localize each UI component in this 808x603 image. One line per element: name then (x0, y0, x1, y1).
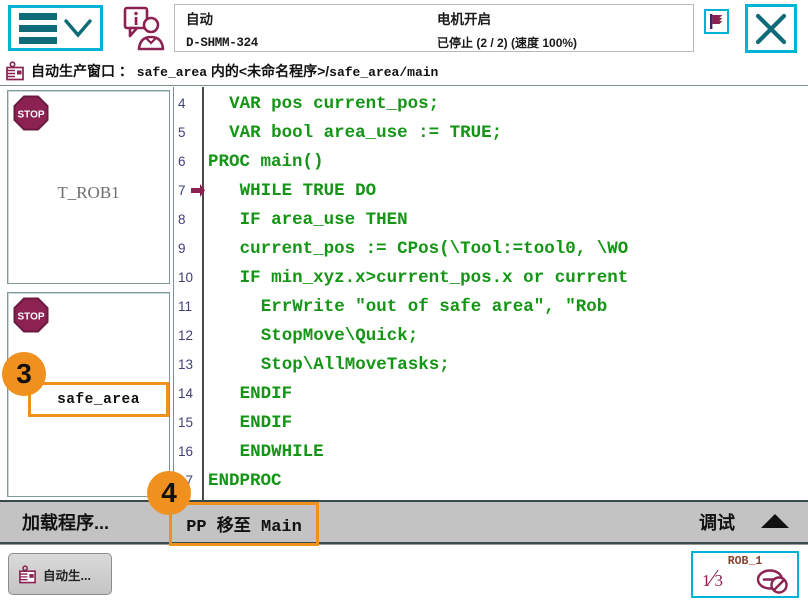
module-name-label: safe_area (57, 392, 140, 408)
breadcrumb-text: 自动生产窗口 ： safe_area 内的<未命名程序>/safe_area/m… (31, 61, 438, 81)
stop-sign-icon: STOP (13, 297, 49, 333)
caret-up-icon[interactable] (760, 512, 790, 530)
stop-sign-icon: STOP (13, 95, 49, 131)
quickset-fraction: 1⁄3 (702, 566, 723, 593)
line-number: 13 (175, 350, 204, 379)
code-line[interactable]: ENDIF (240, 408, 293, 437)
line-number: 14 (175, 379, 204, 408)
breadcrumb-module: safe_area (137, 65, 207, 80)
line-number: 11 (175, 292, 204, 321)
operating-mode: 自动 (186, 13, 258, 27)
taskbar-app-button[interactable]: 自动生... (8, 553, 112, 595)
code-line[interactable]: current_pos := CPos(\Tool:=tool0, \WO (240, 234, 629, 263)
line-number: 9 (175, 234, 204, 263)
production-window-icon (18, 565, 37, 584)
annotation-badge-4: 4 (147, 471, 191, 515)
mode-status-group: 自动 D-SHMM-324 (186, 13, 258, 49)
code-line[interactable]: WHILE TRUE DO (240, 176, 377, 205)
line-number: 5 (175, 118, 204, 147)
program-pointer-flag-button[interactable] (704, 9, 729, 34)
main-menu-button[interactable] (8, 5, 103, 51)
task-name-label: T_ROB1 (8, 183, 169, 203)
line-number: 10 (175, 263, 204, 292)
line-number: 8 (175, 205, 204, 234)
code-line[interactable]: ENDIF (240, 379, 293, 408)
close-button[interactable] (745, 4, 797, 53)
operator-info-icon[interactable] (117, 5, 165, 51)
run-state: 已停止 (2 / 2) (速度 100%) (437, 37, 577, 49)
code-line[interactable]: StopMove\Quick; (261, 321, 419, 350)
code-line[interactable]: VAR pos current_pos; (229, 89, 439, 118)
main-content: STOP T_ROB1 STOP safe_area VAR pos curre… (0, 87, 808, 500)
annotation-badge-3: 3 (2, 352, 46, 396)
quickset-numerator: 1 (702, 571, 711, 590)
pp-to-main-button[interactable]: PP 移至 Main (169, 502, 319, 546)
top-status-bar: 自动 D-SHMM-324 电机开启 已停止 (2 / 2) (速度 100%) (0, 0, 808, 56)
svg-text:STOP: STOP (17, 110, 44, 121)
breadcrumb-prefix: 自动生产窗口 ： (31, 63, 133, 79)
motion-disabled-icon (755, 567, 789, 594)
taskbar-app-label: 自动生... (43, 565, 91, 584)
module-name-highlight[interactable]: safe_area (28, 382, 169, 417)
debug-button[interactable]: 调试 (699, 509, 735, 535)
line-number: 6 (175, 147, 204, 176)
code-line[interactable]: ENDPROC (208, 466, 282, 495)
line-number: 16 (175, 437, 204, 466)
code-line[interactable]: IF area_use THEN (240, 205, 408, 234)
breadcrumb-middle: 内的<未命名程序>/ (211, 63, 329, 79)
app-root: 自动 D-SHMM-324 电机开启 已停止 (2 / 2) (速度 100%) (0, 0, 808, 603)
taskbar: 自动生... ROB_1 1⁄3 (0, 544, 808, 603)
code-line[interactable]: ENDWHILE (240, 437, 324, 466)
program-pointer-arrow-icon (190, 176, 206, 205)
svg-text:STOP: STOP (17, 312, 44, 323)
hamburger-menu-icon (19, 13, 57, 44)
motor-status-group: 电机开启 已停止 (2 / 2) (速度 100%) (437, 13, 577, 49)
production-window-icon (5, 61, 25, 81)
close-icon (754, 12, 788, 46)
status-panel: 自动 D-SHMM-324 电机开启 已停止 (2 / 2) (速度 100%) (174, 4, 694, 52)
load-program-button[interactable]: 加载程序... (22, 509, 109, 535)
code-editor[interactable]: VAR pos current_pos;VAR bool area_use :=… (175, 87, 808, 500)
controller-name: D-SHMM-324 (186, 37, 258, 50)
code-line[interactable]: ErrWrite "out of safe area", "Rob (261, 292, 608, 321)
code-line[interactable]: Stop\AllMoveTasks; (261, 350, 450, 379)
line-number: 12 (175, 321, 204, 350)
chevron-down-icon (63, 16, 93, 40)
program-pointer-flag-icon (708, 13, 725, 30)
quickset-denominator: 3 (715, 571, 724, 590)
task-panel: STOP T_ROB1 STOP safe_area (0, 87, 174, 500)
task-card-trob1[interactable]: STOP T_ROB1 (7, 90, 170, 284)
line-number: 4 (175, 89, 204, 118)
line-number: 15 (175, 408, 204, 437)
code-line[interactable]: IF min_xyz.x>current_pos.x or current (240, 263, 629, 292)
code-line[interactable]: PROC main() (208, 147, 324, 176)
action-bar: 加载程序... PP 移至 Main 调试 (0, 500, 808, 544)
motor-state: 电机开启 (437, 13, 577, 27)
breadcrumb-routine: safe_area/main (329, 65, 438, 80)
breadcrumb: 自动生产窗口 ： safe_area 内的<未命名程序>/safe_area/m… (0, 57, 808, 86)
quickset-button[interactable]: ROB_1 1⁄3 (691, 551, 799, 598)
code-line[interactable]: VAR bool area_use := TRUE; (229, 118, 502, 147)
